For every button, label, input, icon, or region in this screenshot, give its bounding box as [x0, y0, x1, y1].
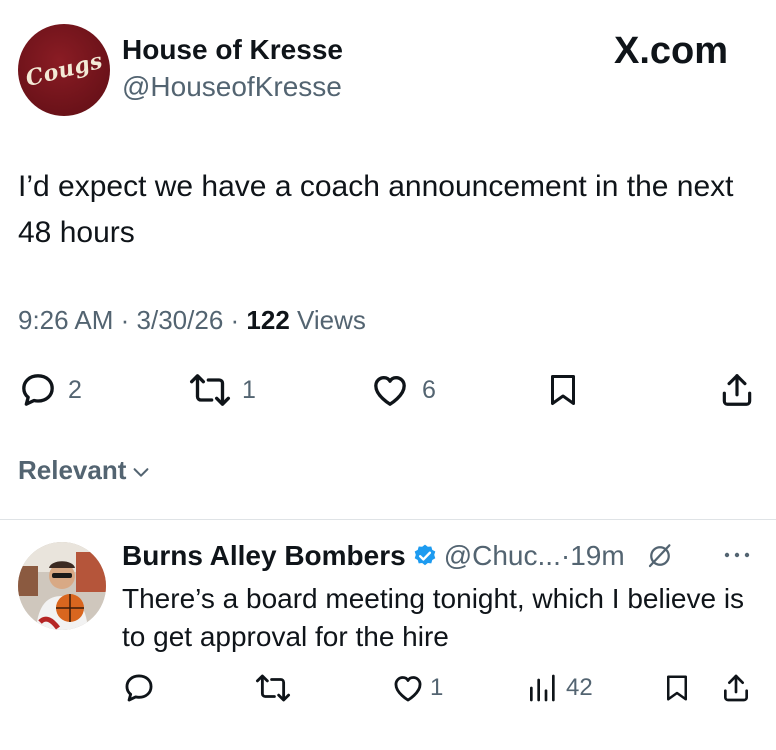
reply-button[interactable]: 2 — [18, 368, 82, 412]
reply-icon — [125, 674, 153, 702]
grok-icon[interactable] — [645, 541, 675, 571]
post-time[interactable]: 9:26 AM — [18, 305, 113, 335]
time-separator: · — [560, 540, 571, 571]
reply-views-button[interactable]: 42 — [526, 668, 593, 708]
avatar[interactable]: Cougs — [18, 24, 110, 116]
avatar-logo-text: Cougs — [22, 47, 106, 93]
reply-avatar[interactable] — [18, 542, 106, 630]
reply-avatar-image — [18, 542, 106, 630]
reply-like-count: 1 — [430, 674, 444, 701]
author-handle[interactable]: @HouseofKresse — [122, 71, 342, 103]
divider — [0, 519, 776, 520]
like-button[interactable]: 6 — [368, 368, 436, 412]
post-text: I’d expect we have a coach announcement … — [18, 170, 734, 249]
reply-bookmark-button[interactable] — [662, 668, 692, 708]
reply-count: 2 — [68, 375, 82, 404]
reply-action-bar: 1 42 — [122, 668, 762, 708]
reply-handle[interactable]: @Chuc... — [444, 540, 561, 572]
repost-button[interactable]: 1 — [188, 368, 256, 412]
chevron-down-icon — [133, 468, 149, 477]
repost-icon — [256, 674, 291, 702]
post-date[interactable]: 3/30/26 — [137, 305, 224, 335]
reply-views-count: 42 — [566, 674, 593, 701]
reply-like-button[interactable]: 1 — [390, 668, 443, 708]
analytics-icon — [530, 674, 555, 702]
repost-icon — [190, 374, 230, 406]
brand-watermark: X.com — [614, 30, 729, 72]
reply-time[interactable]: 19m — [570, 540, 624, 572]
more-button[interactable] — [722, 545, 752, 570]
repost-count: 1 — [242, 375, 256, 404]
sort-label: Relevant — [18, 455, 127, 485]
views-count: 122 — [246, 305, 290, 335]
share-icon — [722, 374, 752, 406]
like-icon — [374, 376, 406, 406]
meta-separator: · — [230, 305, 247, 335]
reply-share-button[interactable] — [720, 668, 752, 708]
more-icon — [724, 552, 750, 558]
bookmark-icon — [667, 675, 687, 701]
verified-icon[interactable] — [412, 543, 438, 569]
like-count: 6 — [422, 375, 436, 404]
post-action-bar: 2 1 6 — [18, 368, 758, 412]
reply-display-name[interactable]: Burns Alley Bombers — [122, 540, 406, 572]
author-display-name[interactable]: House of Kresse — [122, 34, 343, 66]
views-label: Views — [297, 305, 366, 335]
bookmark-icon — [551, 375, 575, 405]
reply-text: There’s a board meeting tonight, which I… — [122, 583, 745, 652]
reply-icon — [22, 374, 54, 406]
bookmark-button[interactable] — [545, 368, 581, 412]
share-button[interactable] — [718, 368, 756, 412]
meta-separator: · — [120, 305, 137, 335]
reply-reply-button[interactable] — [122, 668, 156, 708]
post-meta: 9:26 AM · 3/30/26 · 122 Views — [18, 305, 366, 336]
reply-header: Burns Alley Bombers @Chuc... · 19m — [122, 540, 675, 572]
sort-dropdown[interactable]: Relevant — [18, 455, 152, 486]
like-icon — [394, 676, 422, 702]
share-icon — [724, 674, 748, 702]
reply-repost-button[interactable] — [254, 668, 292, 708]
